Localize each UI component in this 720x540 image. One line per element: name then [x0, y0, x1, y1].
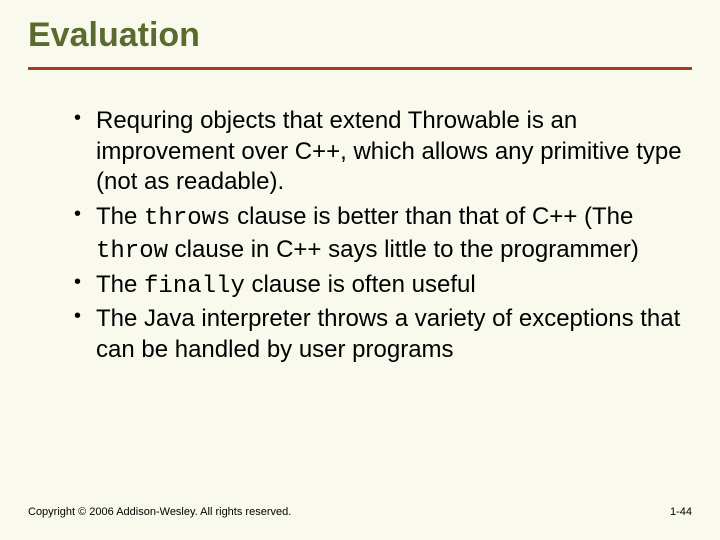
list-item: Requring objects that extend Throwable i…: [74, 106, 692, 200]
bullet-text: The: [96, 271, 144, 298]
bullet-text: clause is better than that of C++ (The: [230, 203, 633, 230]
code-span: finally: [144, 273, 245, 300]
page-number: 1-44: [670, 506, 692, 518]
bullet-text: The Java interpreter throws a variety of…: [96, 305, 680, 363]
bullet-list: Requring objects that extend Throwable i…: [28, 106, 692, 368]
list-item: The Java interpreter throws a variety of…: [74, 304, 692, 367]
slide: Evaluation Requring objects that extend …: [0, 0, 720, 540]
list-item: The throws clause is better than that of…: [74, 202, 692, 267]
bullet-text: The: [96, 203, 144, 230]
code-span: throws: [144, 205, 230, 232]
page-title: Evaluation: [28, 16, 692, 55]
title-underline: [28, 67, 692, 70]
bullet-text: Requring objects that extend Throwable i…: [96, 107, 682, 195]
list-item: The finally clause is often useful: [74, 270, 692, 303]
bullet-text: clause is often useful: [245, 271, 476, 298]
code-span: throw: [96, 238, 168, 265]
copyright-text: Copyright © 2006 Addison-Wesley. All rig…: [28, 506, 291, 518]
footer: Copyright © 2006 Addison-Wesley. All rig…: [28, 506, 692, 518]
bullet-text: clause in C++ says little to the program…: [168, 236, 639, 263]
